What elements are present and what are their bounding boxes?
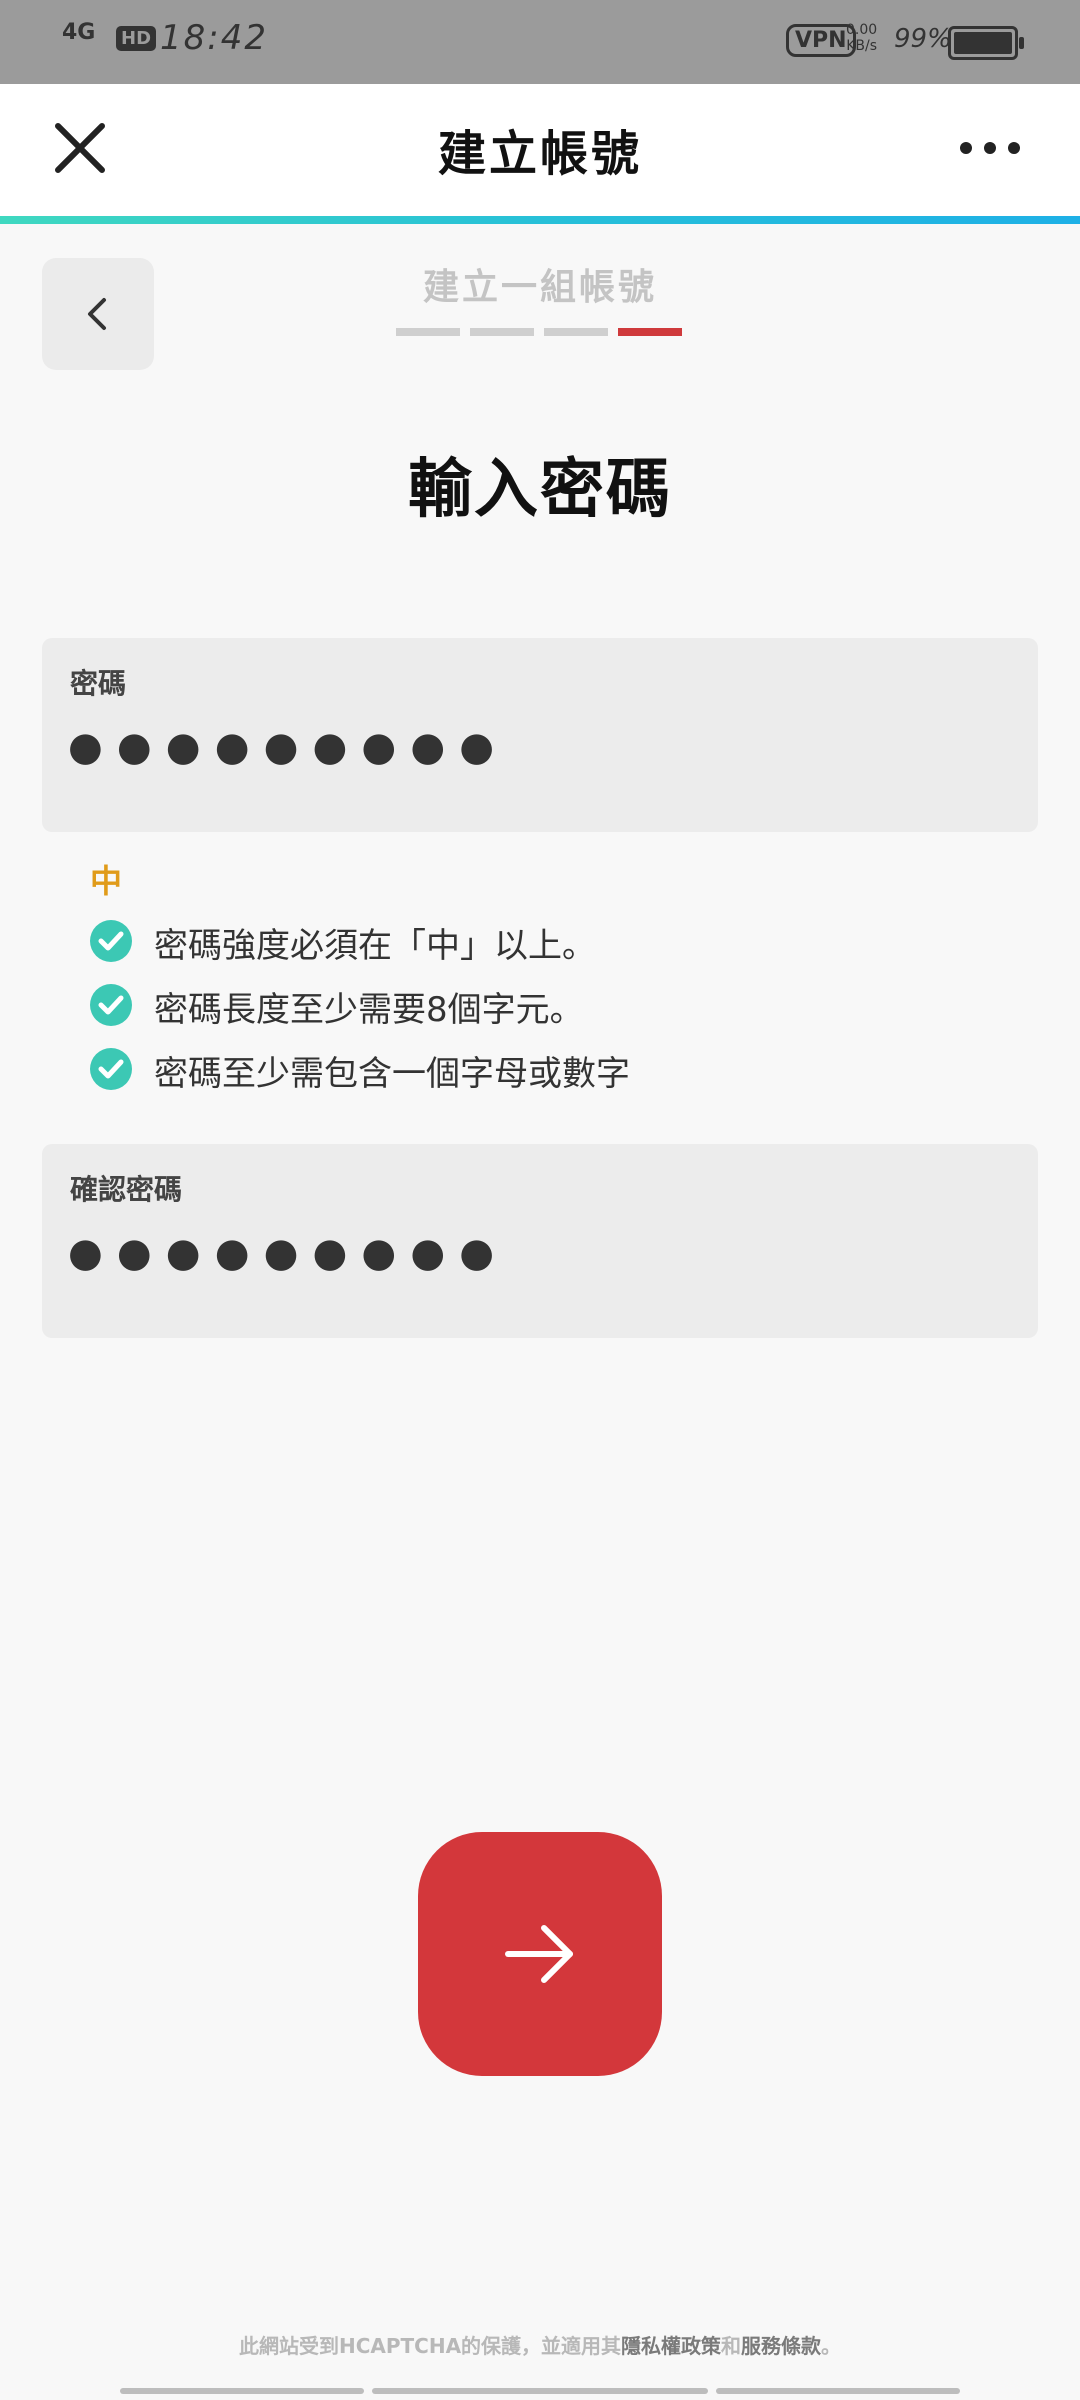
next-button[interactable] — [418, 1832, 662, 2076]
captcha-notice-suffix: 。 — [821, 2334, 842, 2358]
check-circle-icon — [90, 1048, 132, 1090]
step-segment — [470, 328, 534, 336]
confirm-password-field[interactable]: 確認密碼 ●●●●●●●●● — [42, 1144, 1038, 1338]
confirm-password-label: 確認密碼 — [70, 1173, 183, 1206]
system-nav-bar — [0, 2388, 1080, 2396]
step-segment — [396, 328, 460, 336]
rule-text: 密碼長度至少需要8個字元。 — [154, 990, 584, 1030]
check-circle-icon — [90, 920, 132, 962]
rule-text: 密碼至少需包含一個字母或數字 — [154, 1054, 630, 1094]
password-input[interactable]: ●●●●●●●●● — [68, 724, 508, 770]
step-progress — [396, 328, 684, 336]
network-rate: 0.00 KB/s — [846, 22, 877, 54]
nav-segment — [120, 2388, 364, 2394]
rule-text: 密碼強度必須在「中」以上。 — [154, 926, 596, 966]
battery-percent: 99% — [894, 24, 952, 54]
captcha-notice-and: 和 — [721, 2334, 742, 2358]
battery-icon — [948, 26, 1024, 60]
page-heading: 輸入密碼 — [408, 453, 672, 527]
network-rate-unit: KB/s — [846, 38, 877, 54]
app-bar: 建立帳號 — [0, 84, 1080, 216]
captcha-notice: 此網站受到HCAPTCHA的保護，並適用其隱私權政策和服務條款。 — [0, 2330, 1080, 2359]
password-strength: 中 — [90, 862, 123, 900]
captcha-notice-prefix: 此網站受到HCAPTCHA的保護，並適用其 — [238, 2334, 622, 2358]
more-icon[interactable] — [950, 116, 1030, 180]
password-label: 密碼 — [70, 667, 127, 700]
status-time: 18:42 — [160, 18, 268, 58]
password-field[interactable]: 密碼 ●●●●●●●●● — [42, 638, 1038, 832]
status-bar: 4G HD 18:42 VPN 0.00 KB/s 99% — [0, 0, 1080, 84]
step-title: 建立一組帳號 — [422, 267, 657, 308]
step-segment-active — [618, 328, 682, 336]
check-circle-icon — [90, 984, 132, 1026]
arrow-right-icon — [505, 1925, 573, 1983]
hd-badge: HD — [116, 26, 157, 51]
step-segment — [544, 328, 608, 336]
header-divider — [0, 216, 1080, 224]
nav-segment — [716, 2388, 960, 2394]
network-rate-value: 0.00 — [846, 22, 878, 38]
signal-indicator: 4G — [62, 20, 96, 45]
app-title: 建立帳號 — [437, 126, 642, 182]
nav-segment — [372, 2388, 708, 2394]
confirm-password-input[interactable]: ●●●●●●●●● — [68, 1230, 508, 1276]
privacy-policy-link[interactable]: 隱私權政策 — [621, 2334, 721, 2358]
terms-of-service-link[interactable]: 服務條款 — [741, 2334, 821, 2358]
